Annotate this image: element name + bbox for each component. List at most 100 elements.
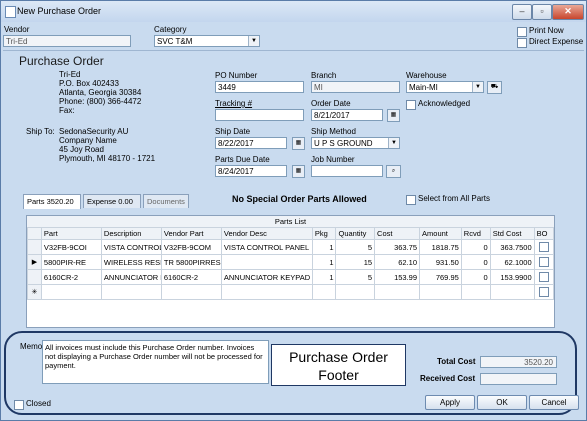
order-date-field[interactable]: 8/21/2017 [311, 109, 383, 121]
calendar-icon[interactable]: ▦ [387, 109, 400, 122]
cost-cell[interactable]: 62.10 [374, 254, 421, 270]
chevron-down-icon[interactable]: ▼ [248, 36, 259, 46]
column-header[interactable]: Std Cost [489, 227, 535, 240]
memo-textarea[interactable]: All invoices must include this Purchase … [42, 340, 269, 384]
column-header[interactable]: Amount [419, 227, 462, 240]
amount-cell [419, 284, 462, 300]
parts-due-date-field[interactable]: 8/24/2017 [215, 165, 287, 177]
binoculars-icon[interactable]: ⌕ [386, 165, 401, 178]
column-header[interactable]: Vendor Desc [220, 227, 313, 240]
close-icon[interactable]: ✕ [552, 4, 584, 20]
category-label: Category [154, 25, 187, 34]
new-row[interactable]: ✳ [27, 284, 555, 300]
rcvd-cell [460, 284, 491, 300]
row-marker[interactable]: ▶ [27, 254, 42, 270]
column-header[interactable]: Quantity [335, 227, 376, 240]
vendor-part-cell[interactable]: V32FB-9COM [160, 239, 222, 255]
acknowledged-checkbox[interactable] [406, 100, 416, 110]
ship-date-field[interactable]: 8/22/2017 [215, 137, 287, 149]
closed-checkbox[interactable] [14, 400, 24, 410]
received-cost-label: Received Cost [420, 374, 476, 383]
print-now-checkbox[interactable] [517, 27, 527, 37]
column-header[interactable]: Vendor Part [160, 227, 222, 240]
column-header[interactable]: Pkg [311, 227, 337, 240]
minimize-icon[interactable]: – [512, 4, 532, 20]
cost-cell[interactable]: 153.99 [374, 269, 421, 285]
column-header[interactable]: Rcvd [460, 227, 491, 240]
column-header[interactable]: BO [533, 227, 555, 240]
row-marker[interactable] [27, 239, 42, 255]
quantity-cell[interactable] [335, 284, 376, 300]
column-header[interactable]: Cost [374, 227, 421, 240]
ship-method-select[interactable]: U P S GROUND ▼ [311, 137, 400, 149]
bo-cell[interactable] [533, 269, 555, 285]
part-cell[interactable] [40, 284, 102, 300]
bo-cell[interactable] [533, 284, 555, 300]
chevron-down-icon[interactable]: ▼ [388, 138, 399, 148]
po-number-field[interactable]: 3449 [215, 81, 304, 93]
description-cell[interactable]: WIRELESS RESIDENTIA [100, 254, 162, 270]
column-header[interactable]: Description [100, 227, 162, 240]
bo-checkbox[interactable] [538, 287, 549, 297]
warehouse-select[interactable]: Main-MI ▼ [406, 81, 484, 93]
vendor-part-cell[interactable] [160, 284, 222, 300]
warehouse-label: Warehouse [406, 71, 447, 80]
column-header[interactable]: Part [40, 227, 102, 240]
quantity-cell[interactable]: 5 [335, 269, 376, 285]
bo-checkbox[interactable] [538, 242, 549, 252]
vendor-part-cell[interactable]: 6160CR-2 [160, 269, 222, 285]
tab-documents[interactable]: Documents [143, 194, 189, 208]
part-cell[interactable]: 6160CR-2 [40, 269, 102, 285]
apply-button[interactable]: Apply [425, 395, 475, 410]
pkg-cell[interactable]: 1 [311, 269, 337, 285]
quantity-cell[interactable]: 15 [335, 254, 376, 270]
tracking-field[interactable] [215, 109, 304, 121]
vendor-field[interactable]: Tri-Ed [3, 35, 131, 47]
part-cell[interactable]: 5800PIR-RE [40, 254, 102, 270]
vendor-desc-cell[interactable] [220, 254, 313, 270]
cancel-button[interactable]: Cancel [529, 395, 579, 410]
table-row[interactable]: V32FB-9COI VISTA CONTROL PANEL V32FB-9CO… [27, 239, 555, 255]
vendor-desc-cell[interactable]: ANNUNCIATOR KEYPAD [220, 269, 313, 285]
table-header-row: Part Description Vendor Part Vendor Desc… [27, 227, 555, 240]
ship-method-label: Ship Method [311, 127, 356, 136]
quantity-cell[interactable]: 5 [335, 239, 376, 255]
maximize-icon[interactable]: ▫ [532, 4, 552, 20]
cost-cell[interactable] [374, 284, 421, 300]
vendor-desc-cell[interactable]: VISTA CONTROL PANEL [220, 239, 313, 255]
bo-checkbox[interactable] [538, 257, 549, 267]
job-number-field[interactable] [311, 165, 383, 177]
pkg-cell[interactable]: 1 [311, 239, 337, 255]
description-cell[interactable]: VISTA CONTROL PANEL [100, 239, 162, 255]
part-cell[interactable]: V32FB-9COI [40, 239, 102, 255]
chevron-down-icon[interactable]: ▼ [472, 82, 483, 92]
vendor-address-line: Phone: (800) 366-4472 [59, 97, 142, 106]
tab-expense[interactable]: Expense 0.00 [83, 194, 141, 208]
pkg-cell[interactable] [311, 284, 337, 300]
table-row[interactable]: ▶ 5800PIR-RE WIRELESS RESIDENTIA TR 5800… [27, 254, 555, 270]
bo-checkbox[interactable] [538, 272, 549, 282]
vendor-part-cell[interactable]: TR 5800PIRRES [160, 254, 222, 270]
bo-cell[interactable] [533, 254, 555, 270]
pkg-cell[interactable]: 1 [311, 254, 337, 270]
truck-icon[interactable]: ⛟ [487, 81, 502, 94]
bo-cell[interactable] [533, 239, 555, 255]
row-marker[interactable]: ✳ [27, 284, 42, 300]
calendar-icon[interactable]: ▦ [292, 137, 305, 150]
select-all-parts-checkbox[interactable] [406, 195, 416, 205]
callout-line: Footer [318, 367, 359, 383]
description-cell[interactable] [100, 284, 162, 300]
direct-expense-checkbox[interactable] [517, 38, 527, 48]
calendar-icon[interactable]: ▦ [292, 165, 305, 178]
tab-parts[interactable]: Parts 3520.20 [23, 194, 81, 209]
description-cell[interactable]: ANNUNCIATOR KEYPAD [100, 269, 162, 285]
category-select[interactable]: SVC T&M ▼ [154, 35, 260, 47]
table-row[interactable]: 6160CR-2 ANNUNCIATOR KEYPAD 6160CR-2 ANN… [27, 269, 555, 285]
cost-cell[interactable]: 363.75 [374, 239, 421, 255]
vendor-desc-cell[interactable] [220, 284, 313, 300]
branch-field[interactable]: MI [311, 81, 400, 93]
direct-expense-label: Direct Expense [529, 37, 584, 46]
ok-button[interactable]: OK [477, 395, 527, 410]
row-marker[interactable] [27, 269, 42, 285]
total-cost-label: Total Cost [437, 357, 476, 366]
